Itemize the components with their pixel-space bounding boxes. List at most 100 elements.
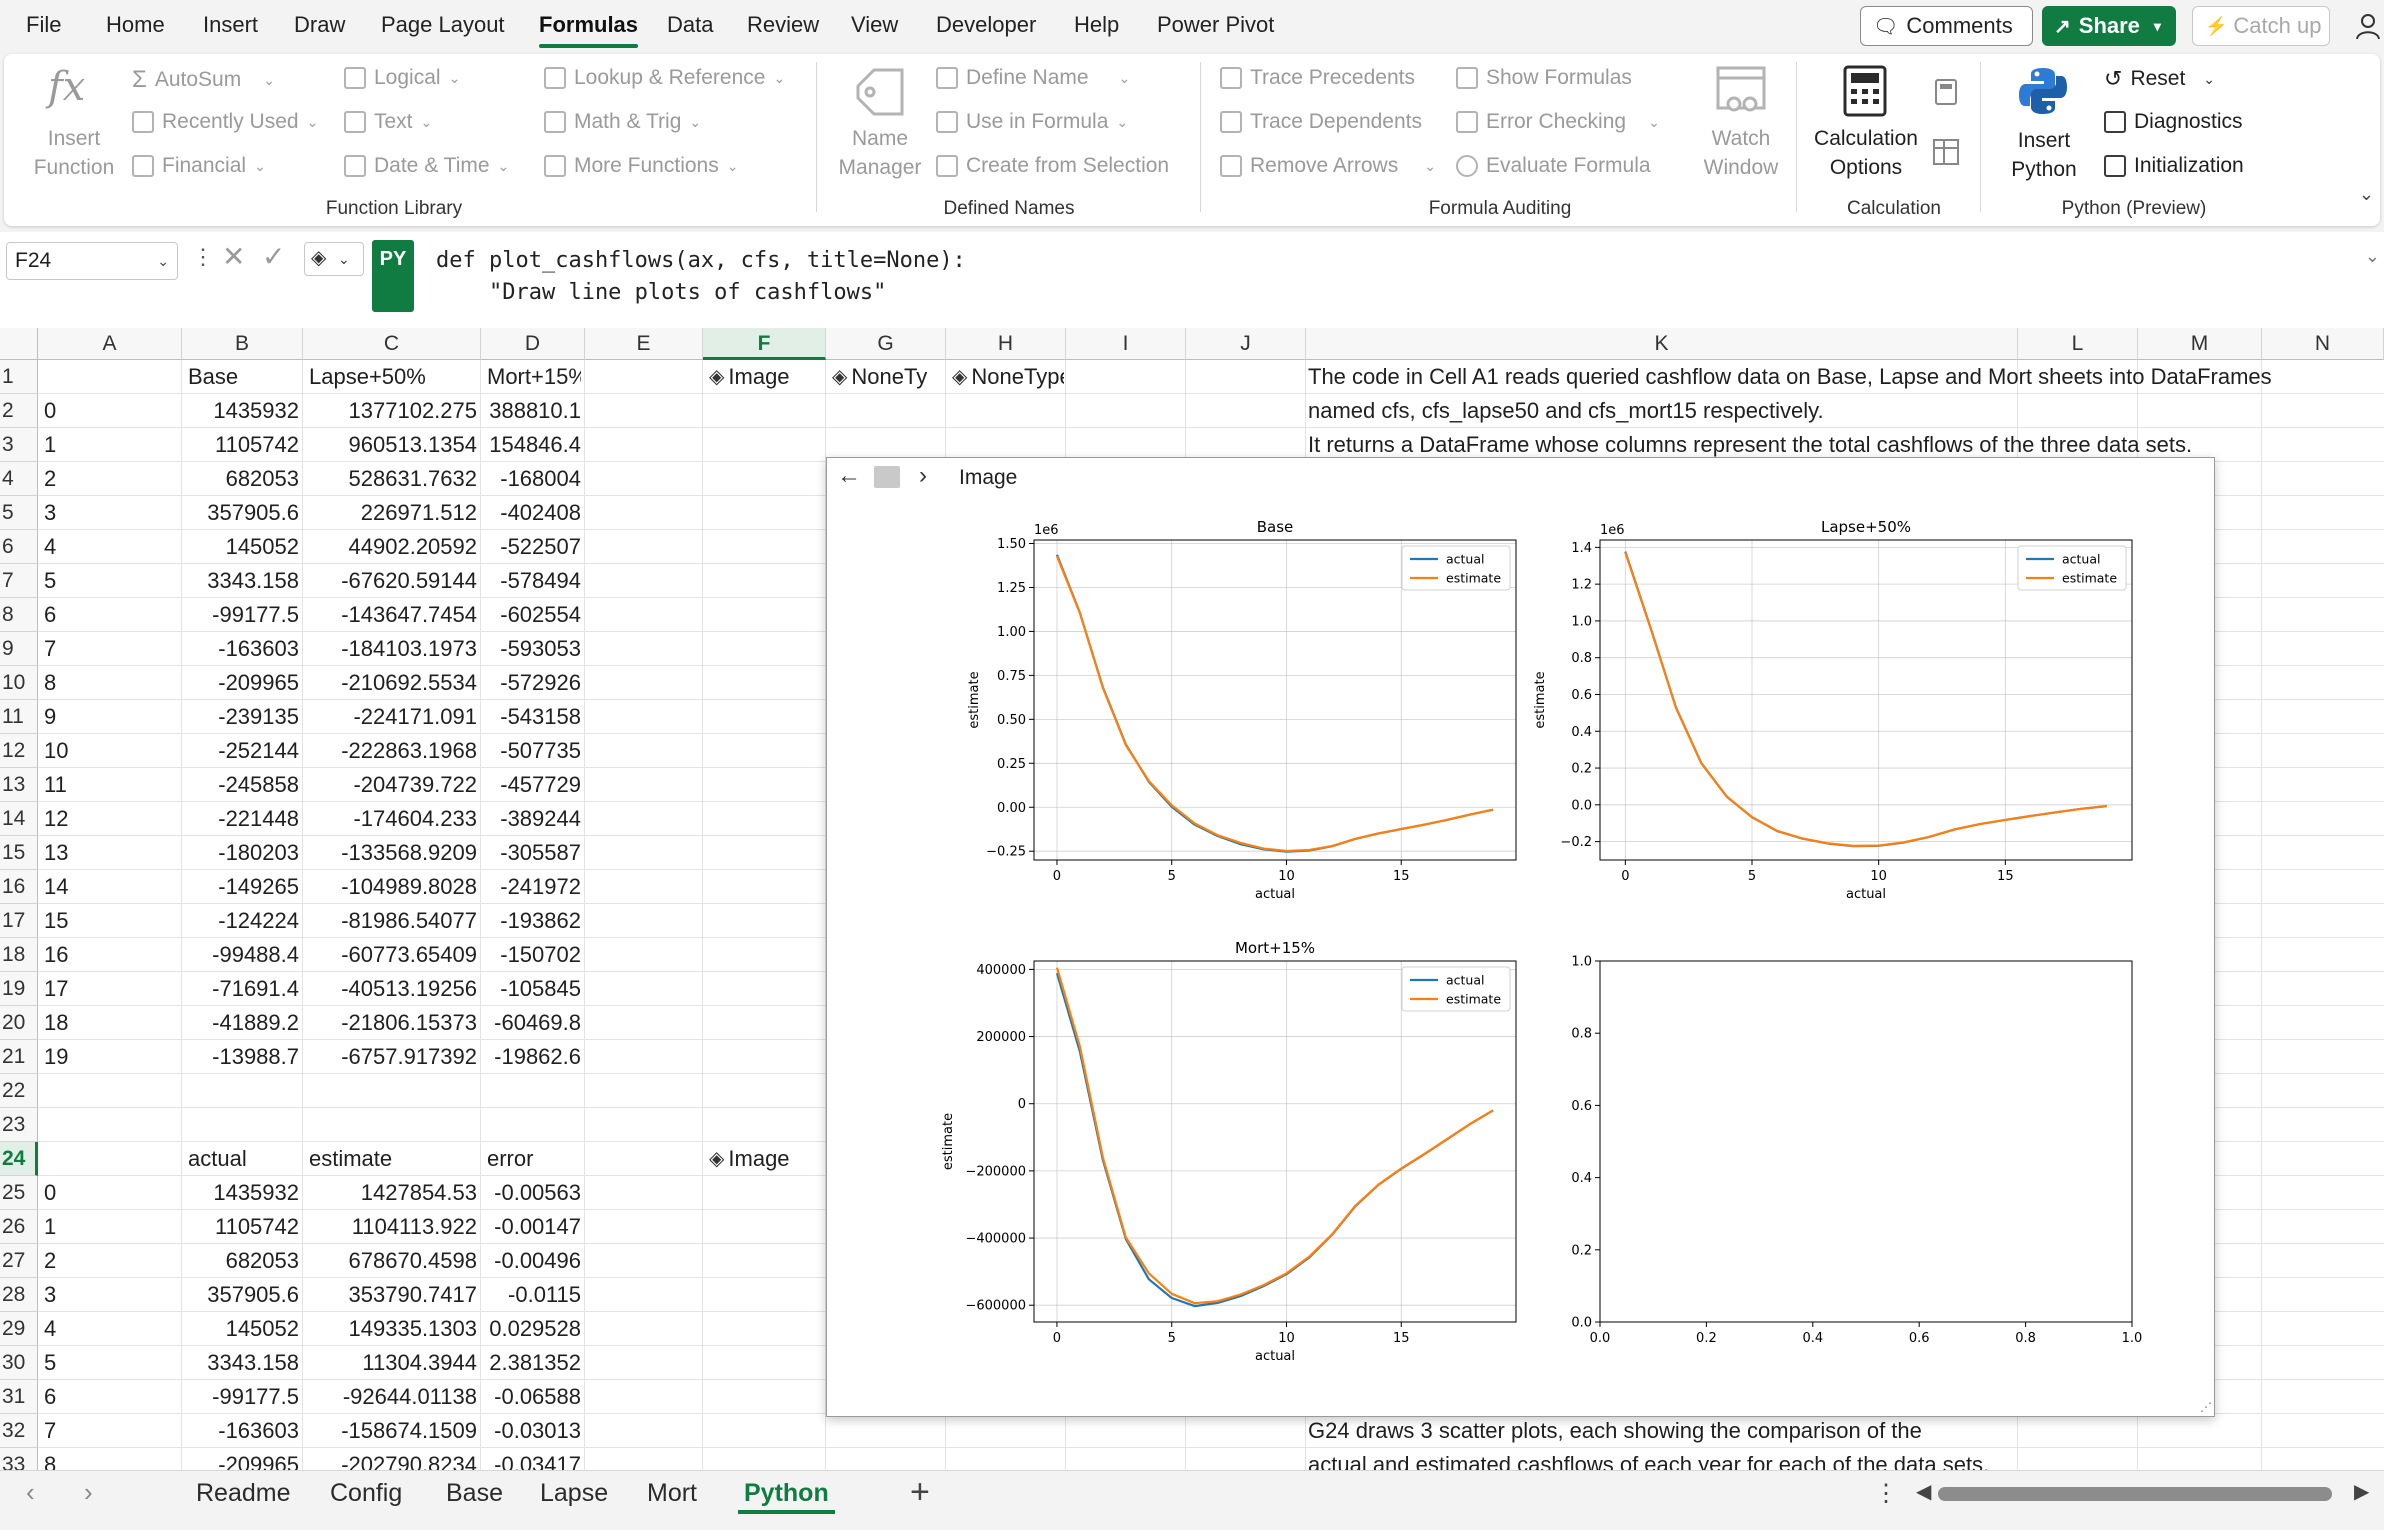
index-cell[interactable]: 9 (40, 700, 178, 734)
diagnostics-button[interactable]: Diagnostics (2104, 110, 2243, 134)
chevron-left-icon[interactable]: ‹ (26, 1477, 35, 1508)
table-cell[interactable]: -0.06588 (483, 1380, 581, 1414)
column-header-c[interactable]: C (303, 328, 481, 360)
python-cell-g1[interactable]: ◈ NoneTy (828, 360, 944, 394)
row-header-10[interactable]: 10 (0, 666, 38, 700)
table-cell[interactable]: 960513.1354 (305, 428, 477, 462)
add-sheet-icon[interactable]: + (910, 1473, 930, 1512)
table-cell[interactable]: -224171.091 (305, 700, 477, 734)
table-cell[interactable]: -0.03013 (483, 1414, 581, 1448)
row-header-13[interactable]: 13 (0, 768, 38, 802)
column-header-n[interactable]: N (2262, 328, 2384, 360)
index-cell[interactable]: 7 (40, 632, 178, 666)
table-header-cell[interactable]: Mort+15% (483, 360, 581, 394)
table-cell[interactable]: -572926 (483, 666, 581, 700)
column-header-f[interactable]: F (703, 328, 826, 360)
tab-power-pivot[interactable]: Power Pivot (1157, 12, 1274, 38)
table-cell[interactable]: 0.029528 (483, 1312, 581, 1346)
row-header-22[interactable]: 22 (0, 1074, 38, 1108)
table-header-cell[interactable]: Lapse+50% (305, 360, 477, 394)
text-button[interactable]: Text ⌄ (344, 110, 432, 134)
column-header-e[interactable]: E (585, 328, 703, 360)
table-cell[interactable]: 11304.3944 (305, 1346, 477, 1380)
table-cell[interactable]: 44902.20592 (305, 530, 477, 564)
table-cell[interactable]: -133568.9209 (305, 836, 477, 870)
row-header-2[interactable]: 2 (0, 394, 38, 428)
show-formulas-button[interactable]: Show Formulas (1456, 66, 1632, 90)
table-cell[interactable]: 1435932 (184, 1176, 299, 1210)
index-cell[interactable]: 2 (40, 462, 178, 496)
index-cell[interactable]: 4 (40, 530, 178, 564)
note-text[interactable]: named cfs, cfs_lapse50 and cfs_mort15 re… (1308, 394, 1824, 428)
chevron-right-icon[interactable]: › (919, 462, 927, 490)
row-header-17[interactable]: 17 (0, 904, 38, 938)
table-cell[interactable]: 149335.1303 (305, 1312, 477, 1346)
table-cell[interactable]: -92644.01138 (305, 1380, 477, 1414)
row-header-6[interactable]: 6 (0, 530, 38, 564)
index-cell[interactable]: 13 (40, 836, 178, 870)
python-object-icon[interactable]: ◈ (832, 360, 847, 394)
financial-button[interactable]: Financial ⌄ (132, 154, 266, 178)
row-header-26[interactable]: 26 (0, 1210, 38, 1244)
table-cell[interactable]: -245858 (184, 768, 299, 802)
table-cell[interactable]: 388810.1 (483, 394, 581, 428)
catch-up-button[interactable]: ⚡ Catch up (2192, 6, 2330, 46)
index-cell[interactable]: 5 (40, 564, 178, 598)
calculation-options-button[interactable]: Calculation Options (1804, 124, 1928, 182)
index-cell[interactable]: 15 (40, 904, 178, 938)
share-dropdown-icon[interactable]: ▾ (2154, 18, 2161, 35)
enter-icon[interactable]: ✓ (262, 240, 285, 273)
date-time-button[interactable]: Date & Time ⌄ (344, 154, 509, 178)
table-cell[interactable]: -204739.722 (305, 768, 477, 802)
table-cell[interactable]: 678670.4598 (305, 1244, 477, 1278)
python-object-icon[interactable]: ◈ (709, 1142, 724, 1176)
table-cell[interactable]: -105845 (483, 972, 581, 1006)
table-cell[interactable]: 357905.6 (184, 496, 299, 530)
formula-code-line[interactable]: def plot_cashflows(ax, cfs, title=None): (436, 248, 966, 273)
row-header-5[interactable]: 5 (0, 496, 38, 530)
sheet-tab-lapse[interactable]: Lapse (540, 1479, 608, 1508)
row-header-9[interactable]: 9 (0, 632, 38, 666)
tab-home[interactable]: Home (106, 12, 165, 38)
index-cell[interactable]: 5 (40, 1346, 178, 1380)
row-header-20[interactable]: 20 (0, 1006, 38, 1040)
table-cell[interactable]: -389244 (483, 802, 581, 836)
table-cell[interactable]: -0.00496 (483, 1244, 581, 1278)
table-cell[interactable]: 682053 (184, 1244, 299, 1278)
table-cell[interactable]: -193862 (483, 904, 581, 938)
table-cell[interactable]: -602554 (483, 598, 581, 632)
tab-data[interactable]: Data (667, 12, 713, 38)
calculate-sheet-icon[interactable] (1932, 138, 1960, 166)
python-cell-f24[interactable]: ◈ Image (705, 1142, 824, 1176)
table-cell[interactable]: -60469.8 (483, 1006, 581, 1040)
table-cell[interactable]: -180203 (184, 836, 299, 870)
table-cell[interactable]: -67620.59144 (305, 564, 477, 598)
name-box[interactable]: F24 ⌄ (6, 242, 178, 280)
table-cell[interactable]: -41889.2 (184, 1006, 299, 1040)
image-card[interactable]: ← › Image 0 5 10 15 −0.25 0.00 0.25 0.50 0.75 1.0… (826, 457, 2215, 1417)
arrow-left-icon[interactable]: ← (837, 462, 861, 490)
horizontal-scrollbar[interactable] (1938, 1487, 2332, 1501)
table-cell[interactable]: -174604.233 (305, 802, 477, 836)
row-header-21[interactable]: 21 (0, 1040, 38, 1074)
table-cell[interactable]: -0.00147 (483, 1210, 581, 1244)
python-cell-f1[interactable]: ◈ Image (705, 360, 824, 394)
column-header-l[interactable]: L (2018, 328, 2138, 360)
remove-arrows-button[interactable]: Remove Arrows ⌄ (1220, 154, 1436, 178)
table-cell[interactable]: -104989.8028 (305, 870, 477, 904)
index-cell[interactable]: 2 (40, 1244, 178, 1278)
lookup-reference-button[interactable]: Lookup & Reference ⌄ (544, 66, 785, 90)
row-header-8[interactable]: 8 (0, 598, 38, 632)
scroll-left-icon[interactable]: ◀ (1916, 1479, 1931, 1504)
table-cell[interactable]: -507735 (483, 734, 581, 768)
row-header-23[interactable]: 23 (0, 1108, 38, 1142)
table-cell[interactable]: -13988.7 (184, 1040, 299, 1074)
row-header-11[interactable]: 11 (0, 700, 38, 734)
index-cell[interactable]: 8 (40, 1448, 178, 1470)
table-cell[interactable]: -457729 (483, 768, 581, 802)
table-cell[interactable]: -163603 (184, 632, 299, 666)
table-cell[interactable]: 357905.6 (184, 1278, 299, 1312)
index-cell[interactable]: 1 (40, 1210, 178, 1244)
formula-code-line[interactable]: "Draw line plots of cashflows" (436, 280, 886, 305)
expand-formula-bar-icon[interactable]: ⌄ (2365, 246, 2380, 267)
